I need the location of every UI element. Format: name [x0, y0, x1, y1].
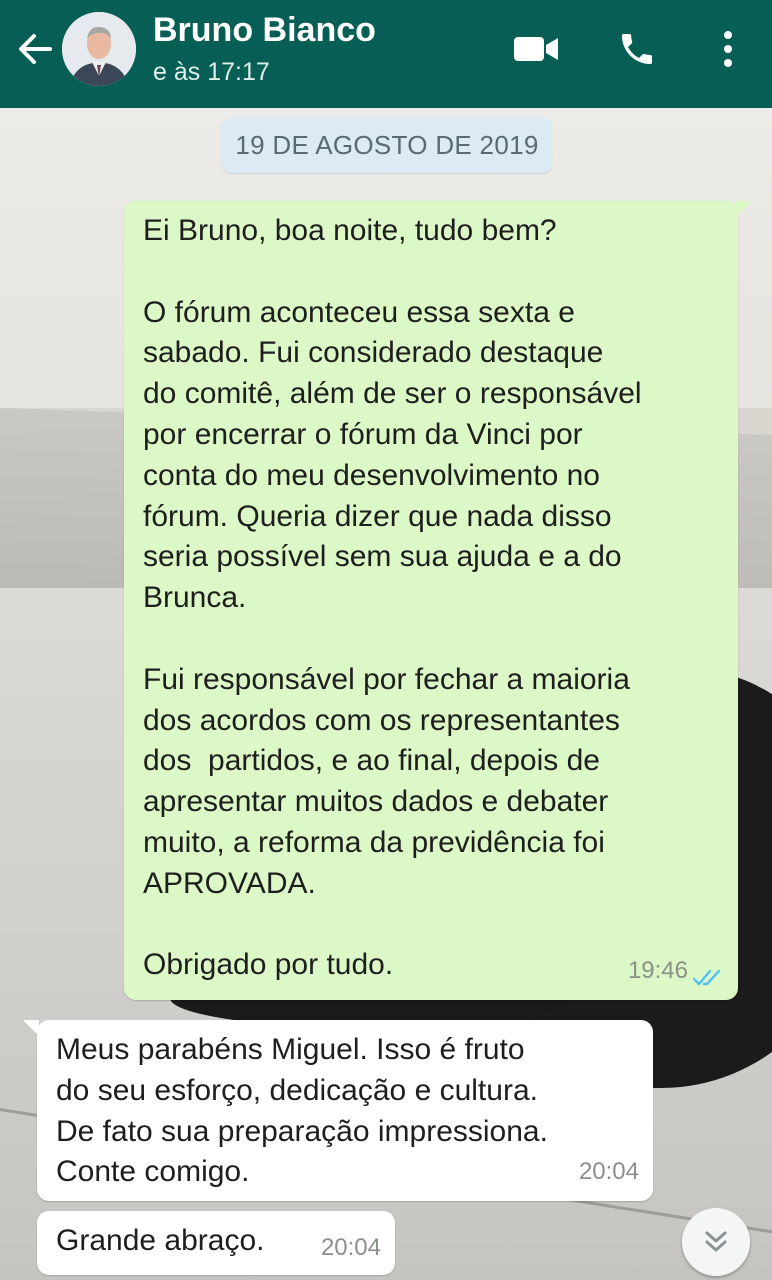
message-line: conta do meu desenvolvimento no	[143, 458, 600, 492]
more-options-button[interactable]	[710, 26, 746, 72]
back-button[interactable]	[12, 26, 58, 72]
message-line: sabado. Fui considerado destaque	[143, 336, 604, 370]
scroll-to-bottom-button[interactable]	[682, 1208, 750, 1276]
message-time: 19:46	[627, 957, 688, 985]
message-text: Ei Bruno, boa noite, tudo bem? O fórum a…	[143, 211, 738, 986]
message-line: Brunca.	[143, 581, 247, 615]
date-separator: 19 DE AGOSTO DE 2019	[222, 117, 552, 173]
double-check-read-icon	[692, 969, 721, 986]
incoming-message-bubble[interactable]: Grande abraço. 20:04	[37, 1211, 395, 1275]
message-line	[143, 905, 738, 946]
message-line: apresentar muitos dados e debater	[143, 785, 609, 819]
outgoing-message-bubble[interactable]: Ei Bruno, boa noite, tudo bem? O fórum a…	[124, 201, 752, 1000]
message-line: O fórum aconteceu essa sexta e	[143, 295, 575, 329]
message-line: dos partidos, e ao final, depois de	[143, 744, 600, 778]
more-vertical-icon	[724, 31, 732, 67]
message-line: fórum. Queria dizer que nada disso	[143, 499, 612, 533]
message-line: Conte comigo.	[56, 1155, 250, 1189]
bubble-tail	[23, 1020, 39, 1036]
contact-name[interactable]: Bruno Bianco	[153, 11, 376, 50]
contact-avatar[interactable]	[62, 12, 136, 86]
message-line: Meus parabéns Miguel. Isso é fruto	[56, 1033, 525, 1066]
incoming-message-bubble[interactable]: Meus parabéns Miguel. Isso é fruto do se…	[23, 1020, 653, 1201]
message-text: Meus parabéns Miguel. Isso é fruto do se…	[56, 1030, 653, 1193]
message-line: seria possível sem sua ajuda e a do	[143, 540, 622, 574]
message-line	[143, 619, 738, 660]
phone-icon	[622, 34, 652, 64]
chat-header: Bruno Bianco e às 17:17	[0, 0, 772, 108]
video-call-icon	[514, 37, 558, 61]
message-line: De fato sua preparação impressiona.	[56, 1114, 548, 1148]
message-time: 20:04	[578, 1158, 639, 1186]
message-line: por encerrar o fórum da Vinci por	[143, 417, 583, 451]
message-line: dos acordos com os representantes	[143, 703, 620, 737]
message-line: Ei Bruno, boa noite, tudo bem?	[143, 214, 557, 247]
message-line: do seu esforço, dedicação e cultura.	[56, 1073, 538, 1107]
last-seen-status: e às 17:17	[153, 58, 270, 86]
message-line: muito, a reforma da previdência foi	[143, 825, 605, 859]
message-line	[143, 252, 738, 293]
double-chevron-down-icon	[705, 1231, 727, 1252]
back-arrow-icon	[19, 34, 52, 64]
voice-call-button[interactable]	[612, 26, 662, 72]
video-call-button[interactable]	[508, 26, 564, 72]
message-line: Fui responsável por fechar a maioria	[143, 662, 630, 696]
avatar-photo	[62, 12, 136, 86]
message-time: 20:04	[320, 1234, 381, 1262]
message-line: do comitê, além de ser o responsável	[143, 377, 642, 411]
bubble-tail	[736, 201, 752, 217]
message-line: APROVADA.	[143, 866, 316, 900]
